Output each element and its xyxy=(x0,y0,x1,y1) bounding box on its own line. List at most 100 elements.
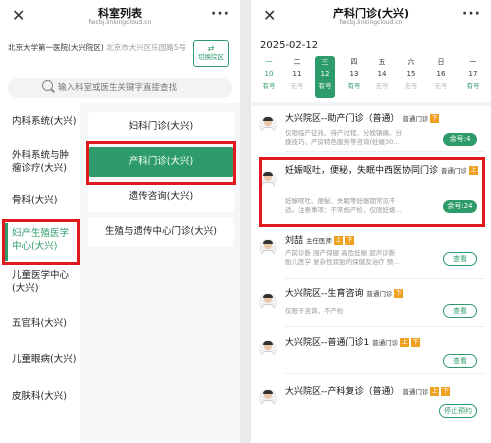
department-list-screen: ✕ 科室列表 fwcbj.linkingcloud.cn ··· 北京大学第一医… xyxy=(0,0,240,443)
doctor-desc-line: 产前诊断 围产保健 高危妊娠 超声诊断 xyxy=(285,249,396,257)
sidebar-item-internal[interactable]: 内科系统(大兴) xyxy=(0,115,80,128)
day-status: 无号 xyxy=(290,82,304,90)
day-date: 10 xyxy=(264,70,274,78)
nav-bar: ✕ 科室列表 fwcbj.linkingcloud.cn ··· xyxy=(0,0,240,35)
day-cell[interactable]: 六 15 无号 xyxy=(401,56,421,98)
highlight-box-category xyxy=(2,219,80,265)
day-date: 16 xyxy=(436,70,446,78)
day-weekday: 五 xyxy=(378,58,386,66)
day-weekday: 四 xyxy=(350,58,358,66)
remaining-slots-button[interactable]: 余号:4 xyxy=(443,133,477,146)
doctor-desc-line: 仅限临产征兆、待产过程、分娩镇痛、分 xyxy=(285,129,402,137)
doctor-name-line: 大兴院区--助产门诊（普通） 普通门诊下 xyxy=(285,114,440,125)
sidebar-item-surgery[interactable]: 外科系统与肿瘤诊疗(大兴) xyxy=(0,149,80,175)
sidebar-item-ent[interactable]: 五官科(大兴) xyxy=(0,317,80,330)
sidebar-item-orthopedics[interactable]: 骨科(大兴) xyxy=(0,194,80,207)
doctor-name: 大兴院区--普通门诊1 xyxy=(285,338,370,348)
doctor-avatar-icon xyxy=(259,389,277,407)
search-placeholder: 输入科室或医生关键字直接查找 xyxy=(58,83,178,93)
switch-arrows-icon: ⇄ xyxy=(207,44,215,53)
clinic-type: 普通门诊 xyxy=(402,388,429,396)
day-date: 14 xyxy=(377,70,387,78)
afternoon-badge: 下 xyxy=(430,114,440,123)
hospital-name: 北京大学第一医院(大兴院区) xyxy=(8,43,104,52)
hospital-address: 北京市大兴区乐园路5号 xyxy=(106,43,187,52)
doctor-desc-line: 胎儿医学 复杂性双胎的保健及治疗 预... xyxy=(285,258,400,266)
view-button[interactable]: 查看 xyxy=(443,252,477,266)
date-picker: 一 10 有号 二 11 无号 三 12 有号 四 13 有号 五 14 无号 … xyxy=(251,56,491,100)
day-cell[interactable]: 五 14 无号 xyxy=(372,56,392,98)
doctor-name: 刘喆 xyxy=(285,236,304,246)
dept-genetic-counseling[interactable]: 遗传咨询(大兴) xyxy=(88,182,234,212)
day-status: 无号 xyxy=(404,82,418,90)
sidebar-item-child-eye[interactable]: 儿童眼病(大兴) xyxy=(0,353,80,366)
selected-date: 2025-02-12 xyxy=(260,40,319,51)
day-date: 13 xyxy=(349,70,359,78)
day-status: 无号 xyxy=(434,82,448,90)
doctor-name: 大兴院区--生育咨询 xyxy=(285,289,364,299)
dept-reproductive-genetics[interactable]: 生殖与遗传中心门诊(大兴) xyxy=(88,217,234,247)
day-status: 有号 xyxy=(466,82,480,90)
department-panel: 妇科门诊(大兴) 产科门诊(大兴) 遗传咨询(大兴) 生殖与遗传中心门诊(大兴) xyxy=(80,103,240,443)
stop-booking-button[interactable]: 停止预约 xyxy=(439,404,477,418)
morning-badge: 上 xyxy=(400,338,410,347)
day-status: 有号 xyxy=(347,82,361,90)
category-sidebar: 内科系统(大兴) 外科系统与肿瘤诊疗(大兴) 骨科(大兴) 妇产生殖医学中心(大… xyxy=(0,103,80,443)
day-cell[interactable]: 四 13 有号 xyxy=(344,56,364,98)
day-date: 12 xyxy=(320,70,330,78)
highlight-box-doctor xyxy=(259,157,485,227)
day-date: 17 xyxy=(468,70,478,78)
doctor-name: 大兴院区--助产门诊（普通） xyxy=(285,114,400,124)
doctor-name-line: 大兴院区--产科复诊（普通） 普通门诊上下 xyxy=(285,387,451,398)
doctor-desc-line: 仅限于咨询，不产检 xyxy=(285,307,344,315)
schedule-screen: ✕ 产科门诊(大兴) fwcbj.linkingcloud.cn ··· 202… xyxy=(251,0,491,443)
clinic-type: 普通门诊 xyxy=(402,115,429,123)
day-status: 无号 xyxy=(375,82,389,90)
doctor-avatar-icon xyxy=(259,239,277,257)
day-cell[interactable]: 二 11 无号 xyxy=(287,56,307,98)
view-button[interactable]: 查看 xyxy=(443,354,477,368)
afternoon-badge: 下 xyxy=(344,236,354,245)
day-weekday: 一 xyxy=(265,58,273,66)
doctor-name: 大兴院区--产科复诊（普通） xyxy=(285,387,400,397)
day-cell[interactable]: 一 17 有号 xyxy=(463,56,483,98)
day-status: 有号 xyxy=(262,82,276,90)
doctor-name-line: 大兴院区--生育咨询 普通门诊下 xyxy=(285,289,404,300)
doctor-desc: 仅限于咨询，不产检 xyxy=(285,307,344,316)
view-button[interactable]: 查看 xyxy=(443,304,477,318)
clinic-type: 普通门诊 xyxy=(366,290,393,298)
day-weekday: 六 xyxy=(407,58,415,66)
doctor-avatar-icon xyxy=(259,293,277,311)
day-cell-selected[interactable]: 三 12 有号 xyxy=(315,56,335,98)
dept-gynecology[interactable]: 妇科门诊(大兴) xyxy=(88,112,234,142)
sidebar-item-dermatology[interactable]: 皮肤科(大兴) xyxy=(0,390,80,403)
divider xyxy=(251,102,491,106)
day-date: 11 xyxy=(292,70,302,78)
day-cell[interactable]: 日 16 无号 xyxy=(431,56,451,98)
divider xyxy=(285,151,485,152)
nav-bar: ✕ 产科门诊(大兴) fwcbj.linkingcloud.cn ··· xyxy=(251,0,491,35)
divider xyxy=(285,278,485,279)
doctor-name-line: 刘喆 主任医师上下 xyxy=(285,236,354,247)
day-weekday: 三 xyxy=(321,58,329,66)
afternoon-badge: 下 xyxy=(394,289,404,298)
day-cell[interactable]: 一 10 有号 xyxy=(259,56,279,98)
doctor-desc: 产前诊断 围产保健 高危妊娠 超声诊断 胎儿医学 复杂性双胎的保健及治疗 预..… xyxy=(285,249,399,267)
doctor-avatar-icon xyxy=(259,116,277,134)
day-weekday: 日 xyxy=(437,58,445,66)
divider xyxy=(285,326,485,327)
switch-campus-button[interactable]: ⇄ 切换院区 xyxy=(193,40,229,67)
afternoon-badge: 下 xyxy=(411,338,421,347)
search-input[interactable]: 输入科室或医生关键字直接查找 xyxy=(8,78,232,98)
sidebar-item-pediatrics[interactable]: 儿童医学中心(大兴) xyxy=(0,269,80,295)
page-url: fwcbj.linkingcloud.cn xyxy=(88,19,152,26)
more-icon[interactable]: ··· xyxy=(462,7,481,21)
morning-badge: 上 xyxy=(333,236,343,245)
search-icon xyxy=(42,80,53,91)
clinic-type: 普通门诊 xyxy=(372,339,399,347)
more-icon[interactable]: ··· xyxy=(211,7,230,21)
doctor-name-line: 大兴院区--普通门诊1 普通门诊上下 xyxy=(285,338,421,349)
doctor-desc: 仅限临产征兆、待产过程、分娩镇痛、分 娩技巧、产房特色服务等咨询(妊娠30... xyxy=(285,129,402,147)
highlight-box-department xyxy=(86,141,236,185)
doctor-desc-line: 娩技巧、产房特色服务等咨询(妊娠30... xyxy=(285,138,400,146)
